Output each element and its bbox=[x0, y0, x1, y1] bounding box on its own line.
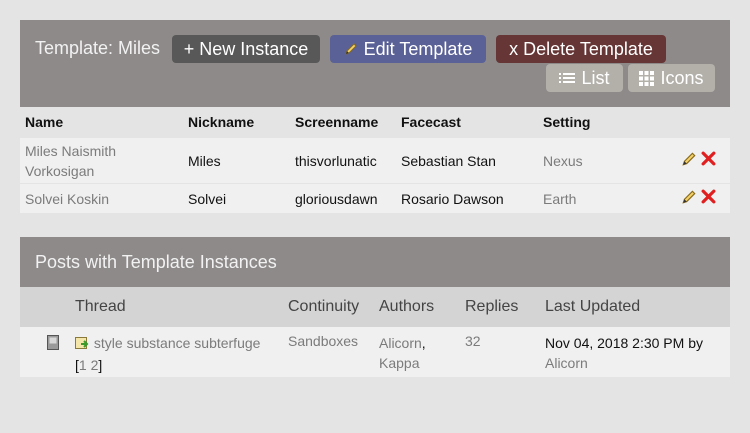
nickname-cell: Solvei bbox=[188, 190, 227, 207]
setting-link[interactable]: Earth bbox=[543, 191, 663, 207]
new-instance-label: + New Instance bbox=[183, 38, 309, 59]
header-continuity: Continuity bbox=[288, 298, 360, 315]
header-authors: Authors bbox=[379, 298, 435, 315]
character-name-link[interactable]: Solvei Koskin bbox=[20, 191, 188, 207]
header-screenname: Screenname bbox=[295, 114, 379, 130]
table-row: Solvei Koskin Solvei gloriousdawn Rosari… bbox=[20, 183, 730, 213]
replies-link[interactable]: 32 bbox=[465, 333, 545, 349]
setting-link[interactable]: Nexus bbox=[543, 153, 663, 169]
delete-template-label: x Delete Template bbox=[509, 38, 653, 59]
grid-icon bbox=[639, 70, 655, 86]
pencil-icon[interactable] bbox=[681, 189, 697, 208]
icons-view-button[interactable]: Icons bbox=[628, 64, 715, 92]
posts-panel: Posts with Template Instances Thread Con… bbox=[20, 237, 730, 377]
pencil-icon[interactable] bbox=[681, 151, 697, 170]
nickname-cell: Miles bbox=[188, 152, 221, 169]
list-view-button[interactable]: List bbox=[546, 64, 623, 92]
last-updated-text: Nov 04, 2018 2:30 PM by bbox=[545, 335, 703, 351]
table-row: style substance subterfuge [1 2] Sandbox… bbox=[20, 327, 730, 377]
delete-x-icon[interactable] bbox=[701, 189, 716, 208]
new-instance-button[interactable]: + New Instance bbox=[172, 35, 320, 63]
table-header: Name Nickname Screenname Facecast Settin… bbox=[20, 107, 730, 137]
header-thread: Thread bbox=[75, 298, 126, 315]
page-1-link[interactable]: 1 bbox=[79, 357, 87, 373]
continuity-link[interactable]: Sandboxes bbox=[288, 333, 379, 349]
icons-view-label: Icons bbox=[660, 67, 704, 88]
posts-column-header: Thread Continuity Authors Replies Last U… bbox=[20, 287, 730, 327]
author-link[interactable]: Kappa bbox=[379, 355, 419, 371]
delete-template-button[interactable]: x Delete Template bbox=[496, 35, 666, 63]
screenname-cell: gloriousdawn bbox=[295, 190, 378, 207]
last-updated-author-link[interactable]: Alicorn bbox=[545, 353, 730, 373]
posts-title: Posts with Template Instances bbox=[35, 251, 277, 272]
thread-title-link[interactable]: style substance subterfuge bbox=[94, 335, 261, 351]
new-post-icon[interactable] bbox=[75, 335, 90, 355]
delete-x-icon[interactable] bbox=[701, 151, 716, 170]
template-title: Template: Miles bbox=[35, 38, 161, 58]
author-link[interactable]: Alicorn bbox=[379, 335, 422, 351]
posts-header: Posts with Template Instances bbox=[20, 237, 730, 287]
pencil-icon bbox=[344, 42, 358, 56]
header-name: Name bbox=[25, 114, 64, 130]
header-replies: Replies bbox=[465, 298, 519, 315]
template-header: Template: Miles + New Instance Edit Temp… bbox=[20, 20, 730, 107]
edit-template-button[interactable]: Edit Template bbox=[330, 35, 486, 63]
list-icon bbox=[559, 72, 576, 84]
table-row: Miles Naismith Vorkosigan Miles thisvorl… bbox=[20, 137, 730, 183]
header-last-updated: Last Updated bbox=[545, 298, 641, 315]
list-view-label: List bbox=[581, 67, 610, 88]
header-nickname: Nickname bbox=[188, 114, 255, 130]
thread-status-icon bbox=[20, 333, 75, 350]
header-facecast: Facecast bbox=[401, 114, 461, 130]
header-setting: Setting bbox=[543, 114, 591, 130]
facecast-cell: Rosario Dawson bbox=[401, 190, 504, 207]
edit-template-label: Edit Template bbox=[363, 38, 473, 59]
template-panel: Template: Miles + New Instance Edit Temp… bbox=[20, 20, 730, 213]
character-name-link[interactable]: Miles Naismith Vorkosigan bbox=[20, 141, 188, 181]
facecast-cell: Sebastian Stan bbox=[401, 152, 496, 169]
screenname-cell: thisvorlunatic bbox=[295, 152, 377, 169]
